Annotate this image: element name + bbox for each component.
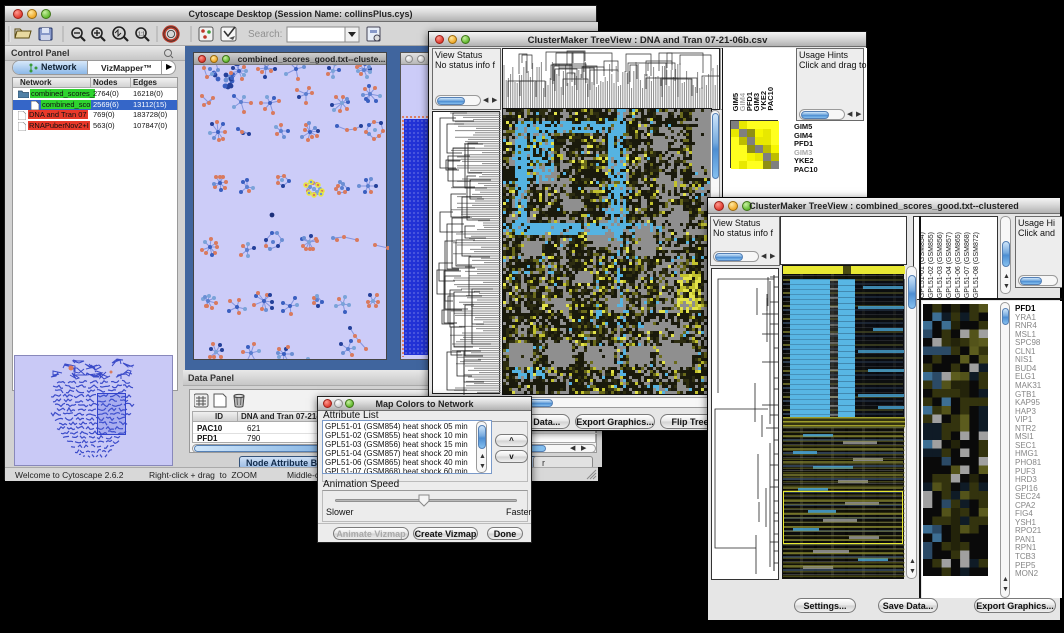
svg-text:1:1: 1:1 [138,32,145,38]
svg-text:Search:: Search: [248,29,282,40]
